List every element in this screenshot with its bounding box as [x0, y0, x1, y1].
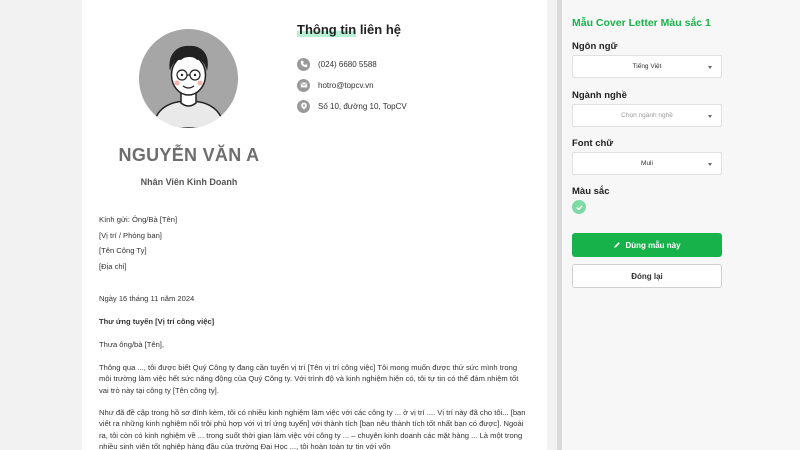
recipient-address-line: [Địa chỉ]: [99, 262, 127, 271]
cover-letter-preview: NGUYỄN VĂN A Nhân Viên Kinh Doanh Thông …: [82, 0, 547, 450]
chevron-down-icon: [708, 66, 712, 69]
contact-heading-highlight: Thông tin: [297, 22, 357, 37]
color-label: Màu sắc: [572, 186, 610, 197]
contact-phone-text: (024) 6680 5588: [318, 59, 377, 69]
contact-phone: (024) 6680 5588: [297, 57, 377, 71]
avatar-illustration: [139, 29, 238, 128]
use-template-button[interactable]: Dùng mẫu này: [572, 233, 722, 257]
contact-address: Số 10, đường 10, TopCV: [297, 99, 407, 113]
industry-label: Ngành nghề: [572, 90, 627, 101]
pencil-icon: [614, 242, 621, 248]
chevron-down-icon: [708, 115, 712, 118]
recipient-position-line: [Vị trí / Phòng ban]: [99, 231, 162, 240]
letter-paragraph-2: Như đã đề cập trong hồ sơ đính kèm, tôi …: [99, 408, 526, 450]
candidate-job-title: Nhân Viên Kinh Doanh: [140, 177, 238, 187]
chevron-down-icon: [708, 163, 712, 166]
recipient-line: Kính gửi: Ông/Bà [Tên]: [99, 215, 178, 224]
settings-panel: Mẫu Cover Letter Màu sắc 1 Ngôn ngữ Tiến…: [562, 0, 800, 450]
font-label: Font chữ: [572, 138, 614, 149]
letter-salutation: Thưa ông/bà [Tên],: [99, 340, 165, 349]
recipient-company-line: [Tên Công Ty]: [99, 246, 147, 255]
contact-email: hotro@topcv.vn: [297, 78, 374, 92]
mail-icon: [297, 78, 310, 92]
contact-heading: Thông tin liên hệ: [297, 22, 401, 37]
location-pin-icon: [297, 99, 310, 113]
template-title: Mẫu Cover Letter Màu sắc 1: [572, 17, 711, 29]
font-select[interactable]: Muli: [572, 152, 722, 175]
use-template-label: Dùng mẫu này: [625, 240, 681, 250]
close-button[interactable]: Đóng lại: [572, 264, 722, 288]
language-label: Ngôn ngữ: [572, 41, 618, 52]
letter-date: Ngày 16 tháng 11 năm 2024: [99, 294, 195, 303]
candidate-name: NGUYỄN VĂN A: [118, 145, 260, 165]
language-select[interactable]: Tiếng Việt: [572, 55, 722, 78]
industry-select-placeholder: Chọn ngành nghề: [621, 112, 673, 119]
letter-paragraph-1: Thông qua ..., tôi được biết Quý Công ty…: [99, 363, 519, 395]
font-select-value: Muli: [641, 160, 653, 167]
contact-heading-rest: liên hệ: [356, 22, 401, 37]
language-select-value: Tiếng Việt: [632, 63, 662, 70]
industry-select[interactable]: Chọn ngành nghề: [572, 104, 722, 127]
close-button-label: Đóng lại: [631, 271, 663, 281]
color-swatch-selected[interactable]: [572, 200, 586, 214]
phone-icon: [297, 57, 310, 71]
contact-email-text: hotro@topcv.vn: [318, 80, 374, 90]
check-icon: [575, 204, 583, 211]
contact-address-text: Số 10, đường 10, TopCV: [318, 101, 407, 111]
avatar: [139, 29, 238, 128]
letter-subject: Thư ứng tuyển [Vị trí công việc]: [99, 317, 215, 326]
